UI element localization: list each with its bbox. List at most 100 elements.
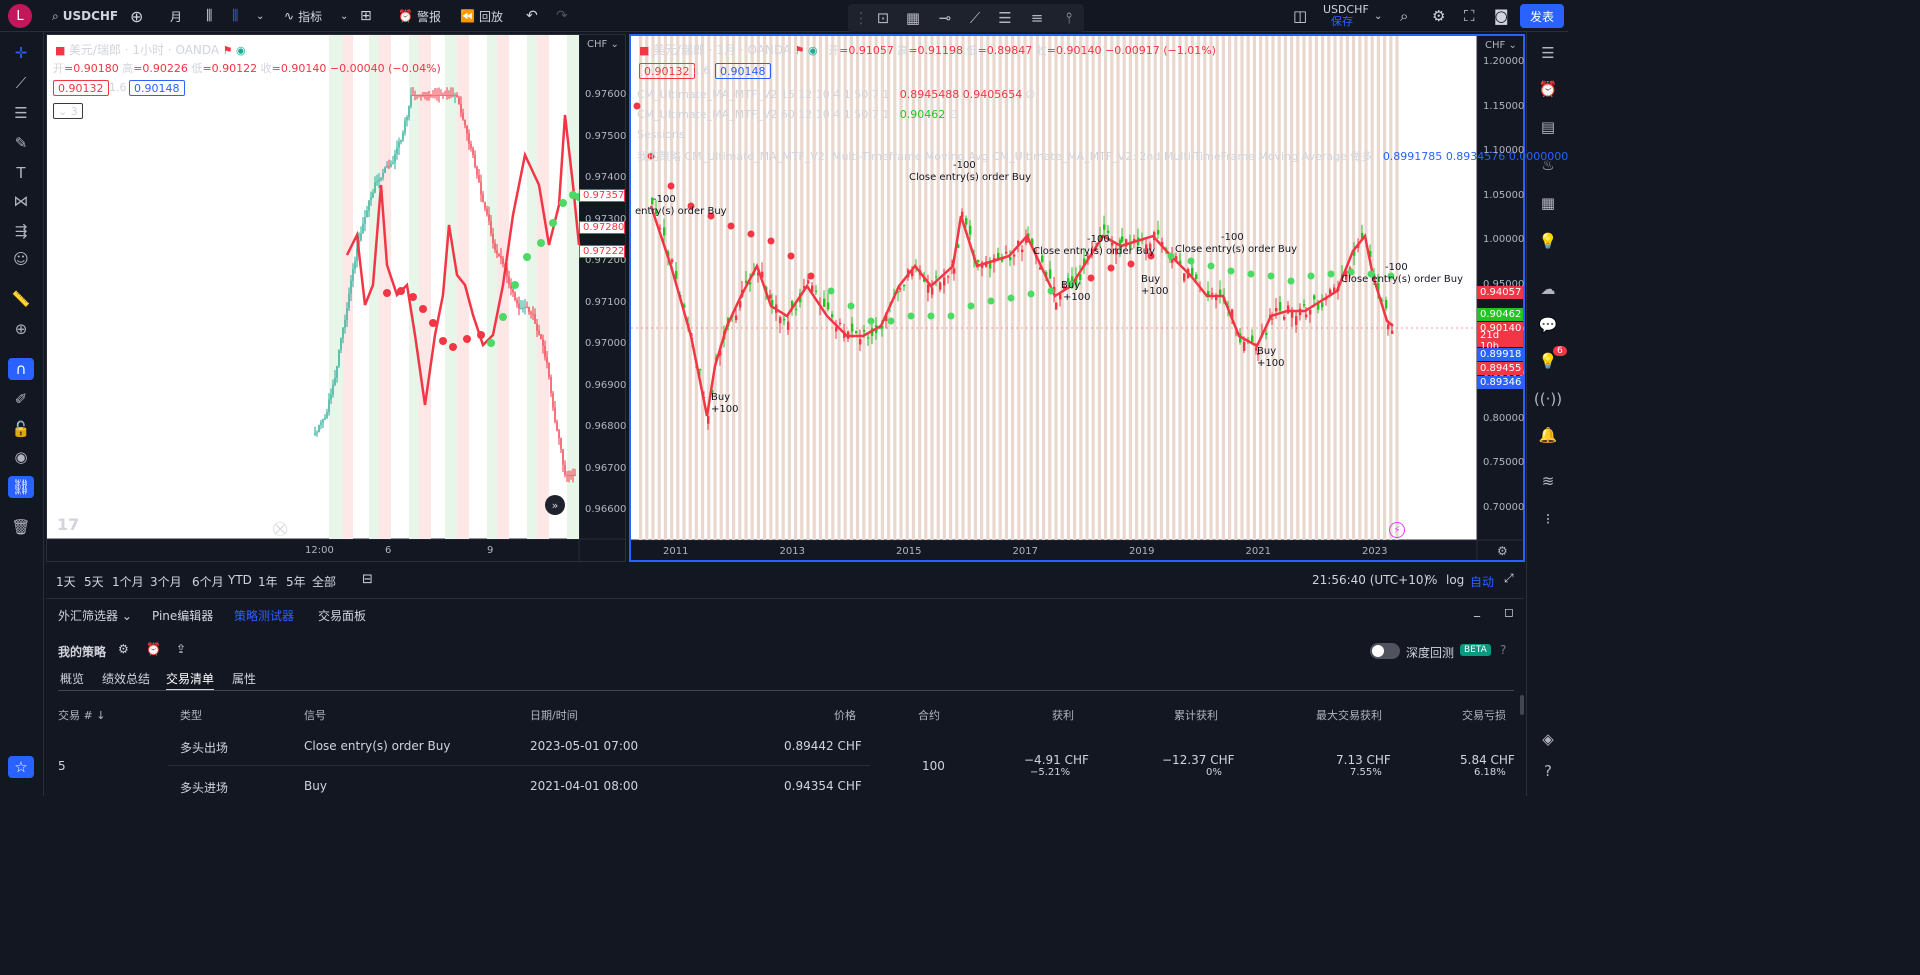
- subtab-properties[interactable]: 属性: [232, 670, 256, 687]
- templates-icon[interactable]: ⊞: [360, 0, 372, 32]
- calendar-icon[interactable]: ▦: [1535, 192, 1561, 214]
- user-avatar[interactable]: L: [8, 4, 32, 28]
- strategy-alert-icon[interactable]: ⏰: [146, 642, 161, 656]
- range-button[interactable]: 3个月: [150, 573, 182, 590]
- indicators-chevron-icon[interactable]: ⌄: [340, 0, 348, 32]
- scroll-to-realtime-icon[interactable]: »: [545, 495, 565, 515]
- indicator-strategy[interactable]: 我的策略 CM_Ultimate_MA_MTF_V2: Multi-Timefr…: [637, 148, 1568, 164]
- indicators-button[interactable]: ∿ 指标: [284, 0, 322, 32]
- eye-icon[interactable]: ◉: [8, 446, 34, 468]
- lock-icon[interactable]: 🔓: [8, 418, 34, 440]
- dom-icon[interactable]: ⁝: [1535, 508, 1561, 530]
- trend-line-icon[interactable]: ⟋: [962, 7, 988, 29]
- trading-icon[interactable]: ≋: [1535, 470, 1561, 492]
- range-button[interactable]: 1年: [258, 573, 278, 590]
- range-button[interactable]: 6个月: [192, 573, 224, 590]
- chart-settings-gear-icon[interactable]: ⚙: [1497, 544, 1508, 558]
- pane2-title[interactable]: 美元/瑞郎 · 1月 · OANDA: [653, 43, 791, 57]
- trend-line-icon[interactable]: ⟋: [8, 72, 34, 94]
- date-range-calendar-icon[interactable]: ⊟: [362, 572, 373, 587]
- subtab-overview[interactable]: 概览: [60, 670, 84, 687]
- fullscreen-icon[interactable]: ⛶: [1464, 0, 1475, 32]
- ideas-bulb-icon[interactable]: 💡: [1535, 230, 1561, 252]
- compare-add-icon[interactable]: ⊕: [130, 0, 143, 32]
- chart-type-chevron-icon[interactable]: ⌄: [256, 0, 264, 32]
- export-icon[interactable]: ⇪: [176, 642, 186, 656]
- currency-label[interactable]: CHF ⌄: [587, 39, 619, 50]
- range-button[interactable]: 全部: [312, 573, 336, 590]
- tab-trading-panel[interactable]: 交易面板: [318, 607, 366, 624]
- lock-drawing-icon[interactable]: ✐: [8, 388, 34, 410]
- collapsed-indicators-toggle[interactable]: ⌄ 3: [53, 103, 83, 119]
- range-button[interactable]: 5年: [286, 573, 306, 590]
- sell-price-button[interactable]: 0.90132: [53, 80, 109, 96]
- range-button[interactable]: YTD: [228, 573, 252, 587]
- subtab-performance[interactable]: 绩效总结: [102, 670, 150, 687]
- forecast-icon[interactable]: ⇶: [8, 220, 34, 242]
- ruler-icon[interactable]: 📏: [8, 288, 34, 310]
- strategy-settings-icon[interactable]: ⚙: [118, 642, 129, 656]
- indicator-ma-60[interactable]: CM_Ultimate_MA_MTF_V2 60 12 10 4 1 50 7 …: [637, 108, 958, 121]
- quick-search-icon[interactable]: ⌕: [1400, 0, 1408, 32]
- header-trade-num[interactable]: 交易 # ↓: [58, 707, 105, 723]
- minimize-icon[interactable]: _: [1474, 603, 1480, 617]
- tab-forex-screener[interactable]: 外汇筛选器 ⌄: [58, 607, 132, 624]
- parallel-channel-icon[interactable]: ☰: [992, 7, 1018, 29]
- publish-button[interactable]: 发表: [1520, 4, 1564, 28]
- settings-gear-icon[interactable]: ⚙: [1432, 0, 1445, 32]
- symbol-info[interactable]: USDCHF 保存: [1323, 4, 1369, 28]
- table-scrollbar[interactable]: [1520, 695, 1524, 715]
- currency-label[interactable]: CHF ⌄: [1485, 40, 1517, 51]
- pane1-title[interactable]: 美元/瑞郎 · 1小时 · OANDA: [69, 43, 219, 57]
- table-row[interactable]: 5 多头出场 Close entry(s) order Buy 2023-05-…: [46, 727, 1524, 796]
- camera-icon[interactable]: ◙: [1494, 0, 1509, 32]
- lightning-icon[interactable]: ⚡: [1389, 522, 1405, 538]
- hourly-chart-canvas[interactable]: [47, 35, 625, 561]
- tab-strategy-tester[interactable]: 策略测试器: [234, 607, 294, 624]
- pattern-icon[interactable]: ⋈: [8, 190, 34, 212]
- text-icon[interactable]: T: [8, 162, 34, 184]
- range-button[interactable]: 5天: [84, 573, 104, 590]
- redo-icon[interactable]: ↷: [556, 0, 568, 32]
- vertical-line-icon[interactable]: ⫯: [1056, 7, 1082, 29]
- layout-single-icon[interactable]: ⊡: [870, 7, 896, 29]
- strategy-name[interactable]: 我的策略: [58, 643, 106, 660]
- streams-cloud-icon[interactable]: ☁: [1535, 278, 1561, 300]
- buy-price-button[interactable]: 0.90148: [715, 63, 771, 79]
- broadcast-icon[interactable]: ((·)): [1535, 388, 1561, 410]
- crosshair-icon[interactable]: ✛: [8, 42, 34, 64]
- emoji-icon[interactable]: ☺: [8, 248, 34, 270]
- buy-price-button[interactable]: 0.90148: [129, 80, 185, 96]
- layout-icon[interactable]: ◫: [1293, 0, 1307, 32]
- zoom-icon[interactable]: ⊕: [8, 318, 34, 340]
- horizontal-lines-icon[interactable]: ☰: [8, 102, 34, 124]
- brush-icon[interactable]: ✎: [8, 132, 34, 154]
- grid-icon[interactable]: ▦: [900, 7, 926, 29]
- percent-toggle[interactable]: %: [1426, 573, 1437, 587]
- chat-icon[interactable]: 💬: [1535, 314, 1561, 336]
- interval-button[interactable]: 月: [170, 0, 182, 32]
- fib-icon[interactable]: ≡: [1024, 7, 1050, 29]
- help-icon[interactable]: ?: [1535, 760, 1561, 782]
- help-icon[interactable]: ?: [1500, 643, 1506, 657]
- trash-icon[interactable]: 🗑: [8, 516, 34, 538]
- undo-icon[interactable]: ↶: [526, 0, 538, 32]
- expand-corner-icon[interactable]: ⤢: [1504, 571, 1514, 586]
- watchlist-icon[interactable]: ☰: [1535, 42, 1561, 64]
- candle-style-icon[interactable]: ⫼: [232, 0, 238, 32]
- bell-icon[interactable]: 🔔: [1535, 424, 1561, 446]
- alarm-clock-icon[interactable]: ⏰: [1535, 78, 1561, 100]
- symbol-search[interactable]: ⌕ USDCHF: [52, 0, 118, 32]
- link-icon[interactable]: ⛓: [8, 476, 34, 498]
- auto-toggle[interactable]: 自动: [1470, 573, 1494, 590]
- subtab-trades-list[interactable]: 交易清单: [166, 670, 214, 687]
- range-button[interactable]: 1个月: [112, 573, 144, 590]
- indicator-ma-15[interactable]: CM_Ultimate_MA_MTF_V2 15 12 10 4 1 50 7 …: [637, 88, 1035, 101]
- deep-backtest-toggle[interactable]: [1370, 643, 1400, 659]
- range-button[interactable]: 1天: [56, 573, 76, 590]
- bar-style-icon[interactable]: ⫼: [206, 0, 212, 32]
- data-window-icon[interactable]: ▤: [1535, 116, 1561, 138]
- magnet-icon[interactable]: ∩: [8, 358, 34, 380]
- maximize-icon[interactable]: ◻: [1504, 605, 1514, 619]
- log-toggle[interactable]: log: [1446, 573, 1464, 587]
